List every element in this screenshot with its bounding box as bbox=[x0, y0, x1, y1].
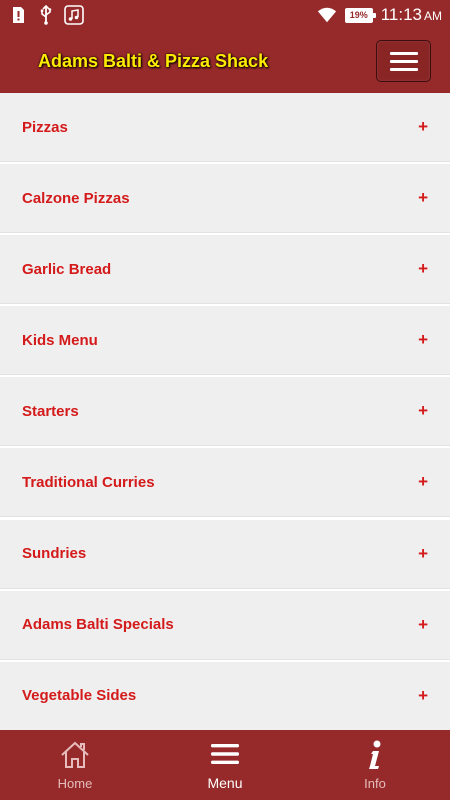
sim-alert-icon bbox=[8, 5, 28, 25]
nav-home-label: Home bbox=[57, 775, 93, 791]
battery-icon: 19% bbox=[344, 7, 376, 23]
expand-icon[interactable]: + bbox=[418, 686, 428, 706]
expand-icon[interactable]: + bbox=[418, 117, 428, 137]
expand-icon[interactable]: + bbox=[418, 259, 428, 279]
category-label: Starters bbox=[22, 402, 79, 420]
category-label: Traditional Curries bbox=[22, 473, 155, 491]
battery-percent: 19% bbox=[349, 10, 368, 20]
expand-icon[interactable]: + bbox=[418, 330, 428, 350]
system-icons: 19% 11:13 AM bbox=[317, 5, 442, 25]
category-label: Calzone Pizzas bbox=[22, 189, 130, 207]
wifi-icon bbox=[317, 5, 337, 25]
nav-menu-label: Menu bbox=[207, 775, 243, 791]
category-label: Sundries bbox=[22, 545, 87, 563]
app-header: Adams Balti & Pizza Shack bbox=[0, 30, 450, 93]
category-label: Adams Balti Specials bbox=[22, 616, 174, 634]
category-label: Vegetable Sides bbox=[22, 687, 137, 705]
nav-menu[interactable]: Menu bbox=[150, 730, 300, 800]
expand-icon[interactable]: + bbox=[418, 544, 428, 564]
category-adams-balti-specials[interactable]: Adams Balti Specials + bbox=[0, 590, 450, 660]
hamburger-bar bbox=[389, 59, 418, 63]
hamburger-bar bbox=[389, 67, 418, 71]
status-bar: 19% 11:13 AM bbox=[0, 0, 450, 30]
nav-home[interactable]: Home bbox=[0, 730, 150, 800]
nav-info-label: Info bbox=[364, 775, 386, 791]
category-calzone-pizzas[interactable]: Calzone Pizzas + bbox=[0, 164, 450, 234]
category-starters[interactable]: Starters + bbox=[0, 377, 450, 447]
category-kids-menu[interactable]: Kids Menu + bbox=[0, 306, 450, 376]
category-label: Kids Menu bbox=[22, 331, 98, 349]
restaurant-title: Adams Balti & Pizza Shack bbox=[38, 51, 269, 71]
bottom-navigation: Home Menu Info bbox=[0, 730, 450, 800]
hamburger-menu-button[interactable] bbox=[376, 40, 431, 82]
category-sundries[interactable]: Sundries + bbox=[0, 519, 450, 589]
clock-time: 11:13 bbox=[380, 5, 422, 24]
nav-info[interactable]: Info bbox=[300, 730, 450, 800]
notification-icons bbox=[8, 5, 84, 25]
category-pizzas[interactable]: Pizzas + bbox=[0, 93, 450, 162]
info-icon bbox=[360, 740, 390, 770]
expand-icon[interactable]: + bbox=[418, 188, 428, 208]
category-label: Garlic Bread bbox=[22, 260, 112, 278]
menu-category-list: Pizzas + Calzone Pizzas + Garlic Bread +… bbox=[0, 93, 450, 733]
category-vegetable-sides[interactable]: Vegetable Sides + bbox=[0, 661, 450, 731]
category-label: Pizzas bbox=[22, 118, 68, 136]
expand-icon[interactable]: + bbox=[418, 615, 428, 635]
menu-lines-icon bbox=[210, 739, 240, 769]
clock: 11:13 AM bbox=[381, 5, 442, 25]
category-garlic-bread[interactable]: Garlic Bread + bbox=[0, 235, 450, 305]
music-icon bbox=[64, 5, 84, 25]
home-icon bbox=[60, 740, 90, 770]
category-traditional-curries[interactable]: Traditional Curries + bbox=[0, 448, 450, 518]
expand-icon[interactable]: + bbox=[418, 401, 428, 421]
usb-icon bbox=[36, 5, 56, 25]
hamburger-bar bbox=[389, 51, 418, 55]
expand-icon[interactable]: + bbox=[418, 472, 428, 492]
clock-ampm: AM bbox=[424, 9, 442, 23]
